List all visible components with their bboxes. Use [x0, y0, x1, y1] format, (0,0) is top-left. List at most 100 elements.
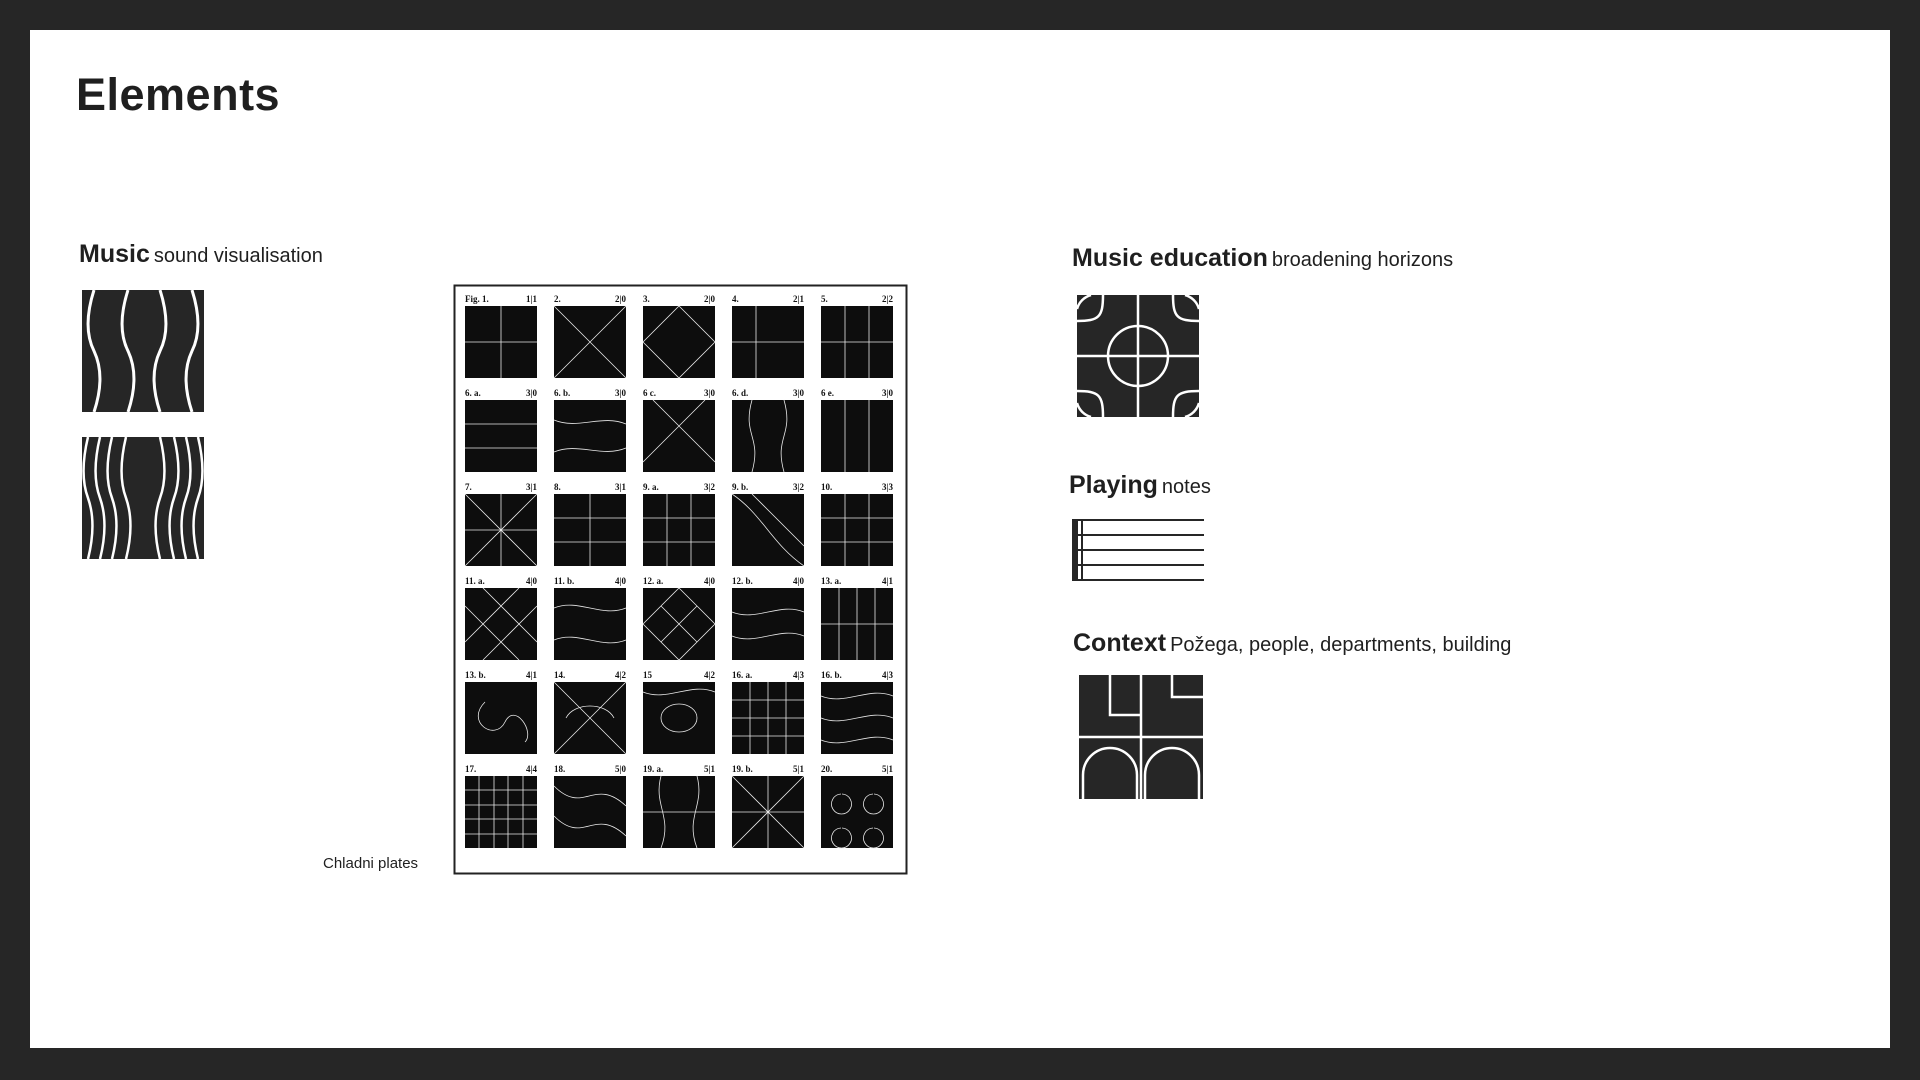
- chladni-nodal-lines: [464, 493, 538, 567]
- chladni-figure-label: 6 e.: [821, 388, 834, 398]
- chladni-figure: 13. b. 4|1: [465, 670, 537, 754]
- chladni-figure: 20. 5|1: [821, 764, 893, 849]
- chladni-figure-label: 6. d.: [732, 388, 748, 398]
- chladni-plate: [554, 400, 626, 472]
- chladni-plate: [732, 400, 804, 472]
- chladni-plate: [643, 306, 715, 378]
- chladni-figure-label: 15: [643, 670, 653, 680]
- chladni-figure-label: 6. b.: [554, 388, 570, 398]
- chladni-figure-mode: 1|1: [526, 294, 537, 304]
- page-title: Elements: [76, 69, 281, 120]
- chladni-figure-mode: 4|2: [615, 670, 626, 680]
- chladni-plate: [643, 682, 715, 754]
- chladni-figure-label: 12. b.: [732, 576, 753, 586]
- chladni-figure: 13. a. 4|1: [821, 576, 893, 660]
- chladni-figure-label: 9. a.: [643, 482, 659, 492]
- chladni-plate: [554, 588, 626, 660]
- chladni-figure: 12. b. 4|0: [731, 576, 804, 660]
- chladni-figure: 11. b. 4|0: [553, 576, 626, 660]
- chladni-figure-mode: 3|0: [526, 388, 537, 398]
- chladni-figure-mode: 2|0: [615, 294, 626, 304]
- chladni-figure-label: 18.: [554, 764, 565, 774]
- playing-title: Playing: [1069, 471, 1158, 499]
- chladni-figure-mode: 3|0: [704, 388, 715, 398]
- chladni-plate: [732, 588, 804, 660]
- chladni-plate: [643, 400, 715, 472]
- chladni-figure-mode: 2|0: [704, 294, 715, 304]
- chladni-plate: [554, 776, 626, 848]
- chladni-figure: 11. a. 4|0: [464, 576, 537, 661]
- chladni-figure-mode: 5|0: [615, 764, 626, 774]
- chladni-figure-mode: 3|0: [793, 388, 804, 398]
- chladni-figure-mode: 4|3: [793, 670, 804, 680]
- chladni-figure-mode: 3|3: [882, 482, 893, 492]
- chladni-figure-label: 8.: [554, 482, 561, 492]
- circle-cross-pattern-icon: [1077, 295, 1199, 417]
- chladni-figure-mode: 4|3: [882, 670, 893, 680]
- chladni-figure: 18. 5|0: [553, 764, 626, 848]
- chladni-figure: 19. b. 5|1: [731, 764, 805, 849]
- chladni-plate: [465, 682, 537, 754]
- chladni-figure-mode: 3|1: [615, 482, 626, 492]
- chladni-figure-label: 19. a.: [643, 764, 663, 774]
- chladni-plate: [643, 494, 715, 566]
- context-title: Context: [1073, 629, 1167, 657]
- chladni-nodal-lines: [731, 775, 805, 849]
- chladni-figure-label: 5.: [821, 294, 828, 304]
- chladni-figure-mode: 5|1: [793, 764, 804, 774]
- chladni-figure-mode: 3|2: [704, 482, 715, 492]
- music-heading: Music sound visualisation: [79, 240, 323, 269]
- chladni-plates-image: Fig. 1. 1|1 2. 2|0 3. 2|0 4. 2|1 5. 2|26. a. 3|0 6.…: [453, 284, 908, 875]
- building-pattern-icon: [1079, 675, 1203, 799]
- chladni-figure-label: Fig. 1.: [465, 294, 489, 304]
- chladni-figure-mode: 3|0: [615, 388, 626, 398]
- chladni-figure: 6. d. 3|0: [732, 388, 804, 473]
- chladni-figure: 19. a. 5|1: [643, 764, 715, 849]
- chladni-figure-mode: 4|0: [526, 576, 537, 586]
- chladni-figure: 16. a. 4|3: [732, 670, 804, 754]
- education-subtitle: broadening horizons: [1271, 249, 1454, 271]
- chladni-figure: 4. 2|1: [732, 294, 804, 378]
- chladni-figure-mode: 4|0: [615, 576, 626, 586]
- dense-wave-pattern-icon: [82, 437, 204, 559]
- chladni-figure-mode: 4|1: [882, 576, 893, 586]
- chladni-figure-label: 19. b.: [732, 764, 753, 774]
- playing-heading: Playing notes: [1069, 471, 1211, 500]
- chladni-figure-label: 2.: [554, 294, 561, 304]
- chladni-figure-mode: 5|1: [704, 764, 715, 774]
- chladni-figure-mode: 4|1: [526, 670, 537, 680]
- chladni-figure: 14. 4|2: [553, 670, 626, 755]
- chladni-figure: 12. a. 4|0: [642, 576, 716, 661]
- chladni-plate: [465, 588, 537, 660]
- chladni-plate: [821, 400, 893, 472]
- chladni-figure-mode: 4|4: [526, 764, 537, 774]
- chladni-figure: 16. b. 4|3: [820, 670, 893, 754]
- chladni-figure: 6 c. 3|0: [642, 388, 715, 472]
- chladni-figure: 7. 3|1: [464, 482, 538, 567]
- chladni-figure: 5. 2|2: [821, 294, 893, 378]
- playing-subtitle: notes: [1161, 476, 1211, 498]
- chladni-figure-label: 11. b.: [554, 576, 574, 586]
- chladni-figure-label: 13. a.: [821, 576, 841, 586]
- chladni-plate: [821, 494, 893, 566]
- chladni-figure-mode: 5|1: [882, 764, 893, 774]
- chladni-figure-label: 16. b.: [821, 670, 842, 680]
- chladni-figure-label: 7.: [465, 482, 472, 492]
- chladni-figure: 17. 4|4: [465, 764, 537, 848]
- chladni-figure-mode: 4|0: [704, 576, 715, 586]
- chladni-figure: 8. 3|1: [554, 482, 626, 566]
- chladni-figure-mode: 3|0: [882, 388, 893, 398]
- chladni-figure-label: 11. a.: [465, 576, 485, 586]
- chladni-figure-label: 12. a.: [643, 576, 663, 586]
- chladni-figure: 9. b. 3|2: [731, 482, 804, 567]
- context-subtitle: Požega, people, departments, building: [1170, 634, 1512, 656]
- chladni-figure-label: 6 c.: [643, 388, 656, 398]
- chladni-figure: 6. a. 3|0: [465, 388, 537, 472]
- chladni-figure: 6 e. 3|0: [821, 388, 893, 472]
- chladni-figure-label: 10.: [821, 482, 832, 492]
- chladni-figure: 10. 3|3: [821, 482, 893, 566]
- context-heading: Context Požega, people, departments, buil…: [1073, 629, 1511, 658]
- chladni-figure-mode: 3|2: [793, 482, 804, 492]
- chladni-figure: 3. 2|0: [642, 294, 716, 379]
- education-heading: Music education broadening horizons: [1072, 244, 1453, 273]
